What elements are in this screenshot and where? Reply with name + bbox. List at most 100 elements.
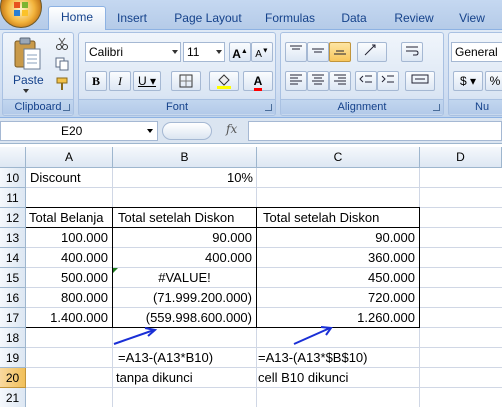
alignment-launcher-icon[interactable]: [433, 104, 440, 111]
format-painter-icon[interactable]: [55, 77, 69, 91]
number-format-select[interactable]: General: [451, 42, 502, 62]
tab-view[interactable]: View: [452, 8, 492, 30]
paste-button[interactable]: Paste: [7, 35, 47, 97]
align-top-button[interactable]: [285, 42, 307, 62]
cell-a12[interactable]: Total Belanja: [26, 208, 116, 228]
cell-a16[interactable]: 800.000: [26, 288, 112, 308]
underline-button[interactable]: U ▾: [133, 71, 161, 91]
cell-b10[interactable]: 10%: [113, 168, 257, 188]
cut-icon[interactable]: [55, 37, 69, 51]
number-format-value: General: [455, 45, 498, 59]
grow-font-icon: A▲: [232, 47, 248, 61]
office-button[interactable]: [0, 0, 42, 28]
font-color-button[interactable]: A: [243, 71, 273, 91]
align-middle-icon: [312, 48, 324, 53]
row-header-17[interactable]: 17: [0, 308, 26, 328]
row-header-21[interactable]: 21: [0, 388, 26, 407]
annotation-arrow-c: [293, 326, 333, 345]
cell-c13[interactable]: 90.000: [257, 228, 419, 248]
cell-b20[interactable]: tanpa dikunci: [113, 368, 257, 388]
number-group: General $ ▾ % Nu: [448, 32, 502, 116]
italic-icon: I: [118, 74, 122, 88]
select-all-corner[interactable]: [0, 147, 26, 168]
font-launcher-icon[interactable]: [265, 104, 272, 111]
cell-c20[interactable]: cell B10 dikunci: [257, 368, 420, 388]
row-header-20[interactable]: 20: [0, 368, 26, 388]
fill-color-button[interactable]: [209, 71, 239, 91]
cell-c14[interactable]: 360.000: [257, 248, 419, 268]
cell-a17[interactable]: 1.400.000: [26, 308, 112, 328]
name-box[interactable]: E20: [0, 121, 158, 141]
decrease-indent-button[interactable]: [355, 71, 377, 91]
italic-button[interactable]: I: [109, 71, 131, 91]
cell-c12[interactable]: Total setelah Diskon: [257, 208, 420, 228]
cell-b19[interactable]: =A13-(A13*B10): [113, 348, 257, 368]
row-header-12[interactable]: 12: [0, 208, 26, 228]
cell-c19[interactable]: =A13-(A13*$B$10): [257, 348, 420, 368]
font-name-value: Calibri: [89, 45, 124, 59]
font-name-dropdown-icon: [172, 50, 178, 54]
tab-data[interactable]: Data: [334, 8, 374, 30]
accounting-format-button[interactable]: $ ▾: [453, 71, 483, 91]
align-left-button[interactable]: [285, 71, 307, 91]
fill-color-icon: [217, 74, 231, 89]
orientation-button[interactable]: [357, 42, 387, 62]
cell-b15[interactable]: #VALUE!: [113, 268, 256, 288]
formula-bar: E20 fx: [0, 118, 502, 144]
cell-b12[interactable]: Total setelah Diskon: [113, 208, 257, 228]
borders-button[interactable]: [171, 71, 201, 91]
column-header-b[interactable]: B: [113, 147, 257, 168]
row-header-15[interactable]: 15: [0, 268, 26, 288]
cell-b14[interactable]: 400.000: [113, 248, 256, 268]
align-right-button[interactable]: [329, 71, 351, 91]
office-logo-icon: [14, 2, 28, 16]
tab-review[interactable]: Review: [386, 8, 442, 30]
cell-c16[interactable]: 720.000: [257, 288, 419, 308]
font-name-select[interactable]: Calibri: [85, 42, 181, 62]
bold-button[interactable]: B: [85, 71, 107, 91]
shrink-font-button[interactable]: A▼: [251, 42, 273, 62]
column-header-c[interactable]: C: [257, 147, 420, 168]
cell-a14[interactable]: 400.000: [26, 248, 112, 268]
column-header-d[interactable]: D: [420, 147, 502, 168]
increase-indent-button[interactable]: [377, 71, 399, 91]
cell-a13[interactable]: 100.000: [26, 228, 112, 248]
alignment-group: Alignment: [280, 32, 444, 116]
row-header-10[interactable]: 10: [0, 168, 26, 188]
row-header-14[interactable]: 14: [0, 248, 26, 268]
align-center-button[interactable]: [307, 71, 329, 91]
row-header-13[interactable]: 13: [0, 228, 26, 248]
row-header-16[interactable]: 16: [0, 288, 26, 308]
name-box-dropdown-icon[interactable]: [147, 129, 153, 133]
annotation-arrow-b: [113, 327, 158, 345]
row-header-18[interactable]: 18: [0, 328, 26, 348]
font-size-dropdown-icon: [216, 50, 222, 54]
grow-font-button[interactable]: A▲: [229, 42, 251, 62]
cell-b16[interactable]: (71.999.200.000): [113, 288, 256, 308]
row-header-11[interactable]: 11: [0, 188, 26, 208]
wrap-text-button[interactable]: [401, 42, 423, 62]
merge-center-button[interactable]: [405, 71, 435, 91]
paste-dropdown-icon: [23, 89, 29, 93]
ribbon: Paste Clipboard Calibri 11 A▲ A▼ B I U ▾…: [0, 30, 502, 118]
tab-page-layout[interactable]: Page Layout: [166, 8, 250, 30]
font-size-select[interactable]: 11: [183, 42, 225, 62]
tab-formulas[interactable]: Formulas: [256, 8, 324, 30]
insert-function-icon[interactable]: fx: [226, 122, 237, 136]
formula-bar-resize-handle[interactable]: [162, 122, 212, 140]
column-header-a[interactable]: A: [26, 147, 113, 168]
underline-icon: U ▾: [137, 74, 157, 88]
tab-home[interactable]: Home: [48, 6, 106, 31]
align-bottom-button[interactable]: [329, 42, 351, 62]
row-header-19[interactable]: 19: [0, 348, 26, 368]
tab-insert[interactable]: Insert: [108, 8, 156, 30]
name-box-value: E20: [61, 124, 83, 138]
copy-icon[interactable]: [55, 57, 69, 71]
cell-b13[interactable]: 90.000: [113, 228, 256, 248]
formula-input[interactable]: [248, 121, 502, 141]
align-middle-button[interactable]: [307, 42, 329, 62]
percent-style-button[interactable]: %: [485, 71, 502, 91]
cell-c15[interactable]: 450.000: [257, 268, 419, 288]
clipboard-launcher-icon[interactable]: [63, 104, 70, 111]
cell-a15[interactable]: 500.000: [26, 268, 112, 288]
